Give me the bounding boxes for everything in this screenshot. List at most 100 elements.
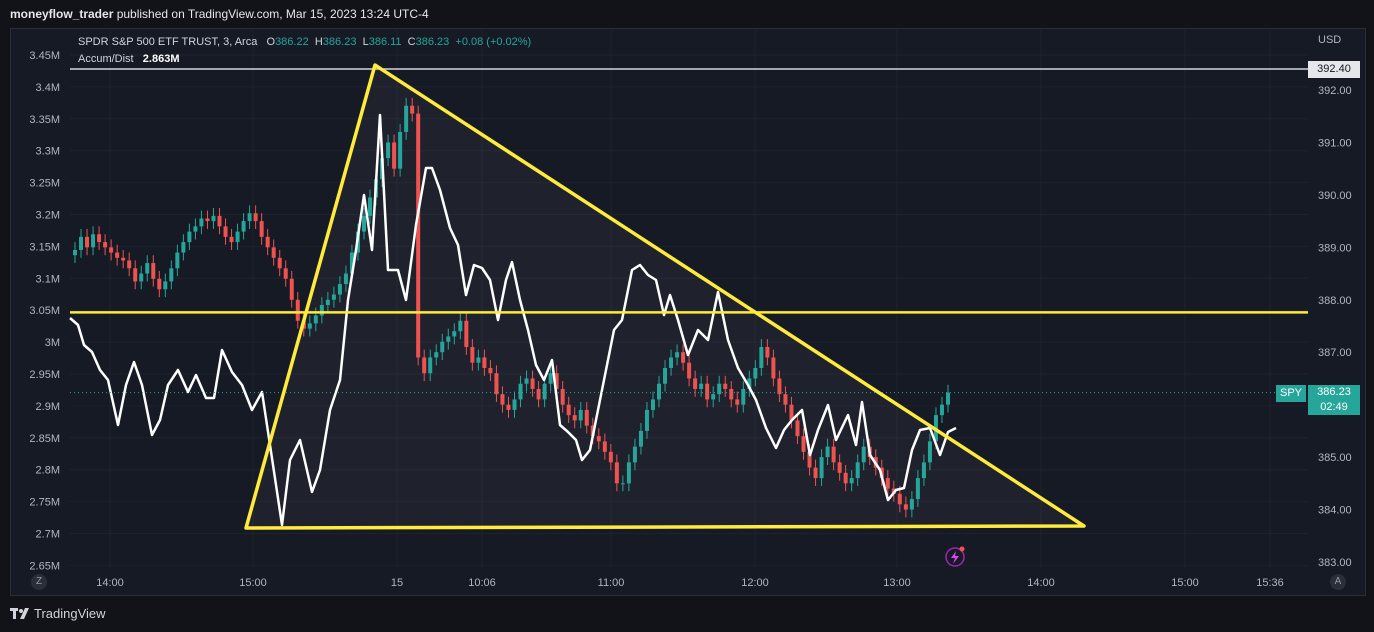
candle-body <box>398 131 403 169</box>
notification-dot <box>959 546 965 552</box>
left-axis-tick: 2.75M <box>29 497 60 509</box>
symbol-name[interactable]: SPDR S&P 500 ETF TRUST, 3, Arca <box>78 36 257 48</box>
candle-body <box>602 441 607 452</box>
tradingview-logo-icon <box>10 608 29 619</box>
candle-body <box>368 197 373 216</box>
candle-body <box>416 113 421 358</box>
candle-body <box>693 378 698 389</box>
candle-body <box>711 394 716 400</box>
candle-body <box>855 462 860 479</box>
candle-body <box>801 436 806 452</box>
candle-body <box>500 394 505 405</box>
right-axis-tick: 384.00 <box>1318 505 1352 517</box>
candle-body <box>325 299 330 306</box>
candle-body <box>946 392 950 405</box>
candle-body <box>512 399 517 410</box>
candle-body <box>470 346 475 363</box>
candle-body <box>819 457 824 479</box>
time-axis-tick: 15:00 <box>239 577 267 589</box>
candle-body <box>410 105 415 114</box>
candle-body <box>632 446 637 463</box>
candle-body <box>795 420 800 437</box>
candle-body <box>813 467 818 479</box>
candle-body <box>422 357 427 374</box>
candle-body <box>663 367 668 384</box>
candle-body <box>560 388 565 405</box>
time-axis-tick: 15:00 <box>1171 577 1199 589</box>
time-axis-tick: 14:00 <box>1027 577 1055 589</box>
close-value: 386.23 <box>415 36 450 48</box>
candle-body <box>259 221 264 237</box>
candle-body <box>452 331 457 337</box>
candle-body <box>127 260 132 269</box>
left-axis-tick: 2.95M <box>29 369 60 381</box>
ohlc-row: SPDR S&P 500 ETF TRUST, 3, Arca O386.22 … <box>78 34 531 51</box>
last-price: 386.23 <box>1317 386 1351 398</box>
high-label: H <box>314 36 323 48</box>
candle-body <box>193 226 198 232</box>
price-chart[interactable]: 3.45M 3.4M 3.35M 3.3M 3.25M 3.2M 3.15M 3.1M 3.05… <box>0 0 1374 632</box>
zoom-toggle-button[interactable]: Z <box>31 574 47 590</box>
candle-body <box>861 446 866 463</box>
candle-body <box>289 278 294 300</box>
time-axis-tick: 15:36 <box>1256 577 1284 589</box>
candle-body <box>572 415 577 421</box>
right-axis-tick: 390.00 <box>1318 190 1352 202</box>
candle-body <box>596 436 601 442</box>
right-axis-tick: 391.00 <box>1318 137 1352 149</box>
candle-body <box>343 273 348 285</box>
candle-body <box>392 142 397 169</box>
candle-body <box>723 383 728 389</box>
left-axis-tick: 2.85M <box>29 433 60 445</box>
candle-body <box>211 215 216 222</box>
candle-body <box>319 305 324 316</box>
candle-body <box>783 394 788 405</box>
time-axis-tick: 10:06 <box>468 577 496 589</box>
candle-body <box>614 462 619 484</box>
candle-body <box>115 252 120 258</box>
candle-body <box>939 404 944 416</box>
candle-body <box>133 268 138 282</box>
candle-body <box>530 378 535 389</box>
time-axis-tick: 12:00 <box>741 577 769 589</box>
indicator-label[interactable]: Accum/Dist <box>78 53 134 65</box>
right-axis-tick: 385.00 <box>1318 452 1352 464</box>
candle-body <box>765 346 770 358</box>
candle-body <box>548 373 553 384</box>
candle-body <box>79 236 84 250</box>
left-axis-tick: 3.45M <box>29 50 60 62</box>
candle-body <box>843 472 848 484</box>
open-label: O <box>266 36 276 48</box>
candle-body <box>476 357 481 363</box>
left-axis-tick: 2.9M <box>36 401 60 413</box>
candle-body <box>223 226 228 237</box>
lightning-icon <box>951 551 959 564</box>
footer-brand[interactable]: TradingView <box>34 604 106 624</box>
candle-body <box>386 142 391 159</box>
candle-body <box>729 388 734 400</box>
left-axis-tick: 3.35M <box>29 114 60 126</box>
time-axis-tick: 13:00 <box>883 577 911 589</box>
candle-body <box>157 278 162 290</box>
candle-body <box>657 383 662 400</box>
auto-scale-button[interactable]: A <box>1330 574 1346 590</box>
candle-body <box>313 315 318 324</box>
symbol-tag: SPY <box>1276 385 1306 402</box>
close-label: C <box>407 36 416 48</box>
candle-body <box>253 213 258 222</box>
candle-body <box>428 357 433 374</box>
candle-body <box>608 451 613 463</box>
candle-body <box>151 263 156 279</box>
candle-body <box>145 263 150 274</box>
candle-body <box>638 430 643 447</box>
time-axis-tick: 11:00 <box>598 577 625 589</box>
left-axis-tick: 3.25M <box>29 178 60 190</box>
candle-body <box>229 236 234 243</box>
candle-body <box>235 231 240 243</box>
candle-body <box>295 299 300 321</box>
candle-body <box>85 236 90 248</box>
change-value: +0.08 (+0.02%) <box>455 36 532 48</box>
candle-body <box>283 268 288 279</box>
left-axis-tick: 2.65M <box>29 560 60 572</box>
candle-body <box>831 446 836 463</box>
